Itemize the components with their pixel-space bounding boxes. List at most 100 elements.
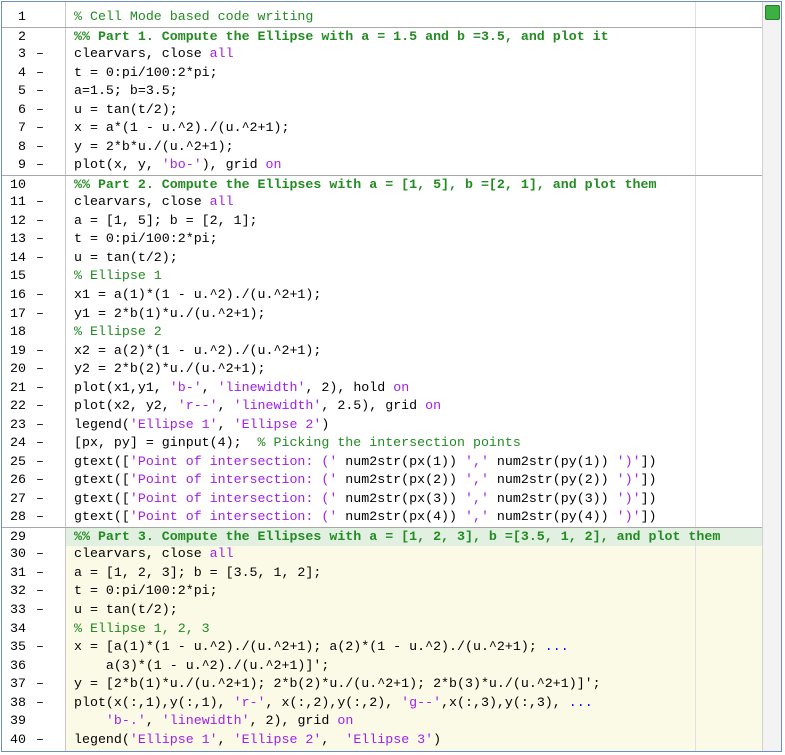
code-line[interactable]: 33– u = tan(t/2); — [2, 601, 762, 620]
code-text[interactable]: legend('Ellipse 1', 'Ellipse 2') — [74, 416, 329, 435]
breakpoint-marker[interactable]: – — [36, 342, 46, 361]
breakpoint-marker[interactable]: – — [36, 582, 46, 601]
code-text[interactable]: y = [2*b(1)*u./(u.^2+1); 2*b(2)*u./(u.^2… — [74, 675, 601, 694]
code-line[interactable]: 5– a=1.5; b=3.5; — [2, 82, 762, 101]
code-line[interactable]: 19– x2 = a(2)*(1 - u.^2)./(u.^2+1); — [2, 342, 762, 361]
breakpoint-marker[interactable]: – — [36, 416, 46, 435]
code-text[interactable]: t = 0:pi/100:2*pi; — [74, 582, 218, 601]
code-text[interactable]: clearvars, close all — [74, 45, 234, 64]
code-line[interactable]: 10 %% Part 2. Compute the Ellipses with a… — [2, 174, 762, 195]
breakpoint-marker[interactable]: – — [36, 360, 46, 379]
breakpoint-marker[interactable]: – — [36, 471, 46, 490]
code-text[interactable]: legend('Ellipse 1', 'Ellipse 2', 'Ellips… — [74, 731, 441, 750]
code-line[interactable]: 24– [px, py] = ginput(4); % Picking the i… — [2, 434, 762, 453]
code-text[interactable]: a=1.5; b=3.5; — [74, 82, 178, 101]
code-line[interactable]: 16– x1 = a(1)*(1 - u.^2)./(u.^2+1); — [2, 286, 762, 305]
breakpoint-marker[interactable]: – — [36, 119, 46, 138]
breakpoint-marker[interactable]: – — [36, 156, 46, 175]
code-line[interactable]: 36 a(3)*(1 - u.^2)./(u.^2+1)]'; — [2, 657, 762, 676]
code-line[interactable]: 29 %% Part 3. Compute the Ellipses with a… — [2, 526, 762, 547]
code-line[interactable]: 7– x = a*(1 - u.^2)./(u.^2+1); — [2, 119, 762, 138]
breakpoint-marker[interactable]: – — [36, 286, 46, 305]
code-text[interactable]: [px, py] = ginput(4); % Picking the inte… — [74, 434, 521, 453]
code-text[interactable]: % Ellipse 1, 2, 3 — [74, 620, 210, 639]
code-line[interactable]: 8– y = 2*b*u./(u.^2+1); — [2, 138, 762, 157]
code-analyzer-status-icon[interactable] — [765, 5, 780, 20]
code-line[interactable]: 25– gtext(['Point of intersection: (' num… — [2, 453, 762, 472]
code-text[interactable]: u = tan(t/2); — [74, 101, 178, 120]
breakpoint-marker[interactable]: – — [36, 564, 46, 583]
breakpoint-marker[interactable]: – — [36, 45, 46, 64]
code-line[interactable]: 39 'b-.', 'linewidth', 2), grid on — [2, 712, 762, 731]
code-text[interactable]: % Cell Mode based code writing — [74, 8, 313, 27]
code-line[interactable]: 22– plot(x2, y2, 'r--', 'linewidth', 2.5)… — [2, 397, 762, 416]
code-text[interactable]: u = tan(t/2); — [74, 601, 178, 620]
code-text[interactable]: x = a*(1 - u.^2)./(u.^2+1); — [74, 119, 289, 138]
code-line[interactable]: 32– t = 0:pi/100:2*pi; — [2, 582, 762, 601]
breakpoint-marker[interactable]: – — [36, 453, 46, 472]
code-line[interactable]: 11– clearvars, close all — [2, 193, 762, 212]
code-line[interactable]: 3– clearvars, close all — [2, 45, 762, 64]
breakpoint-marker[interactable]: – — [36, 675, 46, 694]
code-line[interactable]: 17– y1 = 2*b(1)*u./(u.^2+1); — [2, 305, 762, 324]
code-line[interactable]: 30– clearvars, close all — [2, 545, 762, 564]
breakpoint-marker[interactable]: – — [36, 694, 46, 713]
code-text[interactable]: plot(x2, y2, 'r--', 'linewidth', 2.5), g… — [74, 397, 441, 416]
code-line[interactable]: 20– y2 = 2*b(2)*u./(u.^2+1); — [2, 360, 762, 379]
code-editor[interactable]: 1 % Cell Mode based code writing 2 %% Part … — [1, 1, 782, 752]
code-text[interactable]: y1 = 2*b(1)*u./(u.^2+1); — [74, 305, 266, 324]
code-line[interactable]: 12– a = [1, 5]; b = [2, 1]; — [2, 212, 762, 231]
code-line[interactable]: 4– t = 0:pi/100:2*pi; — [2, 64, 762, 83]
breakpoint-marker[interactable]: – — [36, 193, 46, 212]
code-text[interactable]: x = [a(1)*(1 - u.^2)./(u.^2+1); a(2)*(1 … — [74, 638, 569, 657]
code-text[interactable]: 'b-.', 'linewidth', 2), grid on — [74, 712, 353, 731]
breakpoint-marker[interactable]: – — [36, 101, 46, 120]
breakpoint-marker[interactable]: – — [36, 249, 46, 268]
code-text[interactable]: a = [1, 5]; b = [2, 1]; — [74, 212, 258, 231]
code-line[interactable]: 23– legend('Ellipse 1', 'Ellipse 2') — [2, 416, 762, 435]
code-text[interactable]: plot(x, y, 'bo-'), grid on — [74, 156, 282, 175]
code-line[interactable]: 35– x = [a(1)*(1 - u.^2)./(u.^2+1); a(2)*… — [2, 638, 762, 657]
code-line[interactable]: 6– u = tan(t/2); — [2, 101, 762, 120]
breakpoint-marker[interactable]: – — [36, 212, 46, 231]
code-text[interactable]: a = [1, 2, 3]; b = [3.5, 1, 2]; — [74, 564, 321, 583]
breakpoint-marker[interactable]: – — [36, 638, 46, 657]
vertical-scrollbar[interactable] — [762, 2, 781, 751]
code-text[interactable]: y2 = 2*b(2)*u./(u.^2+1); — [74, 360, 266, 379]
code-text[interactable]: plot(x1,y1, 'b-', 'linewidth', 2), hold … — [74, 379, 409, 398]
code-line[interactable]: 27– gtext(['Point of intersection: (' num… — [2, 490, 762, 509]
code-line[interactable]: 2 %% Part 1. Compute the Ellipse with a =… — [2, 26, 762, 47]
code-text[interactable]: clearvars, close all — [74, 545, 234, 564]
breakpoint-marker[interactable]: – — [36, 82, 46, 101]
code-line[interactable]: 37– y = [2*b(1)*u./(u.^2+1); 2*b(2)*u./(u… — [2, 675, 762, 694]
code-text[interactable]: a(3)*(1 - u.^2)./(u.^2+1)]'; — [74, 657, 329, 676]
breakpoint-marker[interactable]: – — [36, 731, 46, 750]
code-text[interactable]: gtext(['Point of intersection: (' num2st… — [74, 453, 657, 472]
breakpoint-marker[interactable]: – — [36, 508, 46, 527]
code-text[interactable]: %% Part 2. Compute the Ellipses with a =… — [74, 176, 657, 195]
code-text[interactable]: y = 2*b*u./(u.^2+1); — [74, 138, 234, 157]
code-line[interactable]: 21– plot(x1,y1, 'b-', 'linewidth', 2), ho… — [2, 379, 762, 398]
breakpoint-marker[interactable]: – — [36, 434, 46, 453]
code-text[interactable]: gtext(['Point of intersection: (' num2st… — [74, 471, 657, 490]
code-text[interactable]: gtext(['Point of intersection: (' num2st… — [74, 508, 657, 527]
code-line[interactable]: 13– t = 0:pi/100:2*pi; — [2, 230, 762, 249]
code-line[interactable]: 9– plot(x, y, 'bo-'), grid on — [2, 156, 762, 175]
breakpoint-marker[interactable]: – — [36, 545, 46, 564]
breakpoint-marker[interactable]: – — [36, 397, 46, 416]
code-line[interactable]: 28– gtext(['Point of intersection: (' num… — [2, 508, 762, 527]
code-text[interactable]: %% Part 1. Compute the Ellipse with a = … — [74, 28, 609, 47]
code-text[interactable]: t = 0:pi/100:2*pi; — [74, 64, 218, 83]
code-text[interactable]: %% Part 3. Compute the Ellipses with a =… — [74, 528, 720, 547]
code-line[interactable]: 38– plot(x(:,1),y(:,1), 'r-', x(:,2),y(:,… — [2, 694, 762, 713]
code-line[interactable]: 18 % Ellipse 2 — [2, 323, 762, 342]
code-lines[interactable]: 1 % Cell Mode based code writing 2 %% Part … — [2, 8, 762, 749]
breakpoint-marker[interactable]: – — [36, 230, 46, 249]
code-line[interactable]: 14– u = tan(t/2); — [2, 249, 762, 268]
breakpoint-marker[interactable]: – — [36, 601, 46, 620]
breakpoint-marker[interactable]: – — [36, 490, 46, 509]
code-line[interactable]: 26– gtext(['Point of intersection: (' num… — [2, 471, 762, 490]
breakpoint-marker[interactable]: – — [36, 305, 46, 324]
code-line[interactable]: 40– legend('Ellipse 1', 'Ellipse 2', 'Ell… — [2, 731, 762, 750]
code-text[interactable]: % Ellipse 1 — [74, 267, 162, 286]
